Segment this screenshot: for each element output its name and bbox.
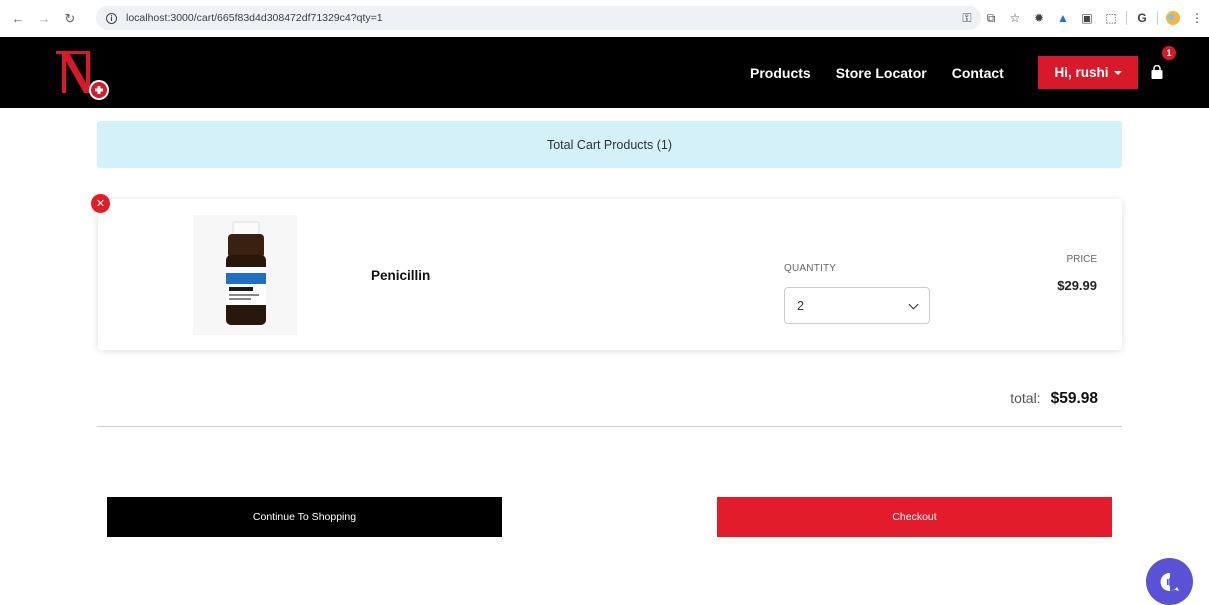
total-value: $59.98 (1050, 390, 1098, 407)
cart-summary-banner: Total Cart Products (1) (97, 121, 1122, 168)
remove-item-button[interactable]: ✕ (91, 194, 110, 213)
browser-menu-icon[interactable]: ⋮ (1185, 6, 1209, 30)
forward-arrow-icon[interactable]: → (34, 9, 54, 29)
chat-icon (1160, 572, 1179, 591)
bookmark-star-icon[interactable]: ☆ (1003, 6, 1027, 30)
extension-icon[interactable]: ✹ (1027, 6, 1051, 30)
install-app-icon[interactable]: ⧉ (979, 6, 1003, 30)
nav-contact[interactable]: Contact (952, 65, 1004, 81)
continue-shopping-label: Continue To Shopping (252, 511, 357, 523)
browser-toolbar: ← → ↻ i localhost:3000/cart/665f83d4d308… (0, 0, 1209, 37)
toolbar-icons: ⚿ ⧉ ☆ ✹ ▲ ▣ ⬚ G ⋮ (955, 6, 1209, 30)
cart-total: total: $59.98 (1010, 390, 1098, 408)
cart-summary-text: Total Cart Products (1) (546, 137, 673, 152)
user-menu-button[interactable]: Hi, rushi (1038, 56, 1138, 89)
toolbar-divider (1126, 11, 1127, 25)
drive-extension-icon[interactable]: ▲ (1051, 6, 1075, 30)
cart-count-badge: 1 (1162, 46, 1176, 60)
close-icon: ✕ (95, 198, 106, 210)
profile-avatar-icon[interactable] (1161, 6, 1185, 30)
caret-down-icon (1113, 70, 1122, 75)
address-bar-url: localhost:3000/cart/665f83d4d308472df713… (126, 12, 383, 24)
quantity-value: 2 (797, 298, 804, 313)
product-name[interactable]: Penicillin (371, 268, 430, 283)
cart-item: Penicillin QUANTITY 2 PRICE $29.99 (98, 199, 1122, 350)
password-key-icon[interactable]: ⚿ (955, 6, 979, 30)
site-info-icon[interactable]: i (106, 12, 117, 24)
price-label: PRICE (1066, 254, 1097, 265)
address-bar[interactable]: i localhost:3000/cart/665f83d4d308472df7… (96, 6, 981, 30)
chat-widget-button[interactable] (1146, 558, 1193, 605)
site-logo[interactable] (54, 45, 116, 103)
quantity-label: QUANTITY (784, 263, 837, 274)
product-image (193, 215, 297, 335)
checkout-label: Checkout (892, 511, 937, 523)
back-arrow-icon[interactable]: ← (8, 9, 28, 29)
toolbar-divider (1157, 11, 1158, 25)
reload-icon[interactable]: ↻ (60, 9, 80, 29)
extensions-puzzle-icon[interactable]: ⬚ (1099, 6, 1123, 30)
nav-store-locator[interactable]: Store Locator (836, 65, 927, 81)
shopping-bag-icon[interactable] (1150, 64, 1164, 79)
divider (97, 426, 1122, 427)
google-icon[interactable]: G (1130, 6, 1154, 30)
nav-products[interactable]: Products (750, 65, 811, 81)
chevron-down-icon (908, 299, 919, 309)
price-value: $29.99 (1057, 278, 1097, 293)
user-menu-label: Hi, rushi (1054, 65, 1109, 80)
site-header: Products Store Locator Contact Hi, rushi… (0, 37, 1209, 108)
checkout-button[interactable]: Checkout (717, 497, 1112, 537)
quantity-select[interactable]: 2 (784, 287, 930, 324)
total-label: total: (1010, 390, 1041, 406)
notes-extension-icon[interactable]: ▣ (1075, 6, 1099, 30)
continue-shopping-button[interactable]: Continue To Shopping (107, 497, 502, 537)
main-nav: Products Store Locator Contact (750, 65, 1029, 81)
